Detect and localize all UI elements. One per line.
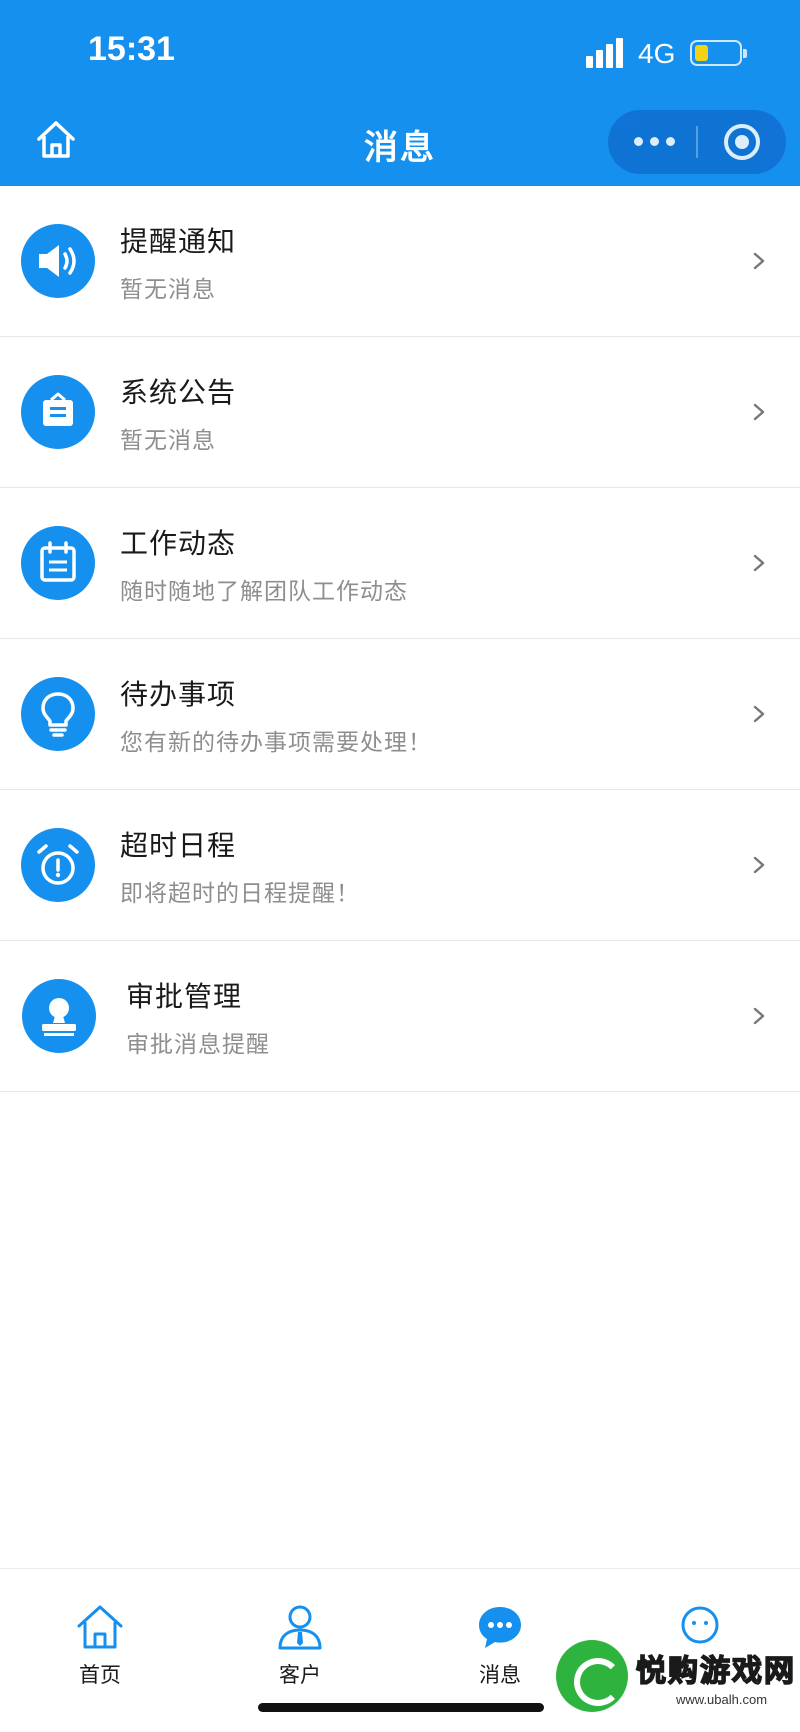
status-time: 15:31 [88, 30, 175, 68]
tab-label: 消息 [479, 1663, 521, 1687]
signal-icon [586, 38, 626, 68]
speaker-icon [21, 224, 95, 298]
home-tab-icon [77, 1605, 123, 1649]
message-title: 提醒通知 [120, 225, 237, 258]
top-bar: 15:31 4G 消息 [0, 0, 800, 186]
message-subtitle: 即将超时的日程提醒！ [120, 881, 360, 907]
message-subtitle: 暂无消息 [120, 428, 216, 454]
capsule-divider [696, 126, 698, 158]
lightbulb-icon [21, 677, 95, 751]
message-item-reminder[interactable]: 提醒通知 暂无消息 [0, 186, 800, 337]
message-tab-icon [479, 1607, 521, 1648]
message-title: 超时日程 [120, 829, 237, 862]
alarm-clock-icon [21, 828, 95, 902]
message-title: 审批管理 [126, 980, 243, 1013]
watermark-text: 悦购游戏网 [635, 1653, 796, 1690]
message-subtitle: 您有新的待办事项需要处理！ [120, 730, 432, 756]
tab-home[interactable]: 首页 [40, 1569, 160, 1689]
tab-label: 首页 [79, 1663, 121, 1687]
tab-customer[interactable]: 客户 [240, 1569, 360, 1689]
more-dots-icon[interactable] [634, 130, 676, 154]
target-close-icon[interactable] [724, 124, 760, 160]
message-title: 工作动态 [120, 527, 237, 560]
battery-icon [690, 40, 747, 66]
watermark: 悦购游戏网 www.ubalh.com [556, 1640, 796, 1720]
chevron-right-icon [753, 705, 765, 723]
message-title: 待办事项 [120, 678, 237, 711]
chevron-right-icon [753, 252, 765, 270]
stamp-icon [22, 979, 96, 1053]
message-item-work-updates[interactable]: 工作动态 随时随地了解团队工作动态 [0, 488, 800, 639]
message-subtitle: 暂无消息 [120, 277, 216, 303]
tab-messages[interactable]: 消息 [440, 1569, 560, 1689]
battery-fill [695, 45, 708, 61]
customer-tab-icon [278, 1605, 322, 1650]
message-subtitle: 随时随地了解团队工作动态 [120, 579, 408, 605]
home-indicator [258, 1703, 544, 1712]
message-item-todo[interactable]: 待办事项 您有新的待办事项需要处理！ [0, 639, 800, 790]
chevron-right-icon [753, 1007, 765, 1025]
bulletin-bag-icon [21, 375, 95, 449]
network-type: 4G [638, 38, 676, 69]
message-title: 系统公告 [120, 376, 237, 409]
chevron-right-icon [753, 856, 765, 874]
chevron-right-icon [753, 554, 765, 572]
mini-program-capsule [608, 110, 786, 174]
watermark-logo [556, 1640, 628, 1712]
tab-label: 客户 [279, 1663, 321, 1687]
watermark-url: www.ubalh.com [676, 1692, 768, 1707]
message-item-approval[interactable]: 审批管理 审批消息提醒 [0, 941, 800, 1092]
message-item-announcement[interactable]: 系统公告 暂无消息 [0, 337, 800, 488]
message-subtitle: 审批消息提醒 [126, 1032, 270, 1058]
chevron-right-icon [753, 403, 765, 421]
message-item-overdue-schedule[interactable]: 超时日程 即将超时的日程提醒！ [0, 790, 800, 941]
calendar-icon [21, 526, 95, 600]
message-list: 提醒通知 暂无消息 系统公告 暂无消息 工作动态 随时随地了解团队工作动态 待办… [0, 186, 800, 1092]
